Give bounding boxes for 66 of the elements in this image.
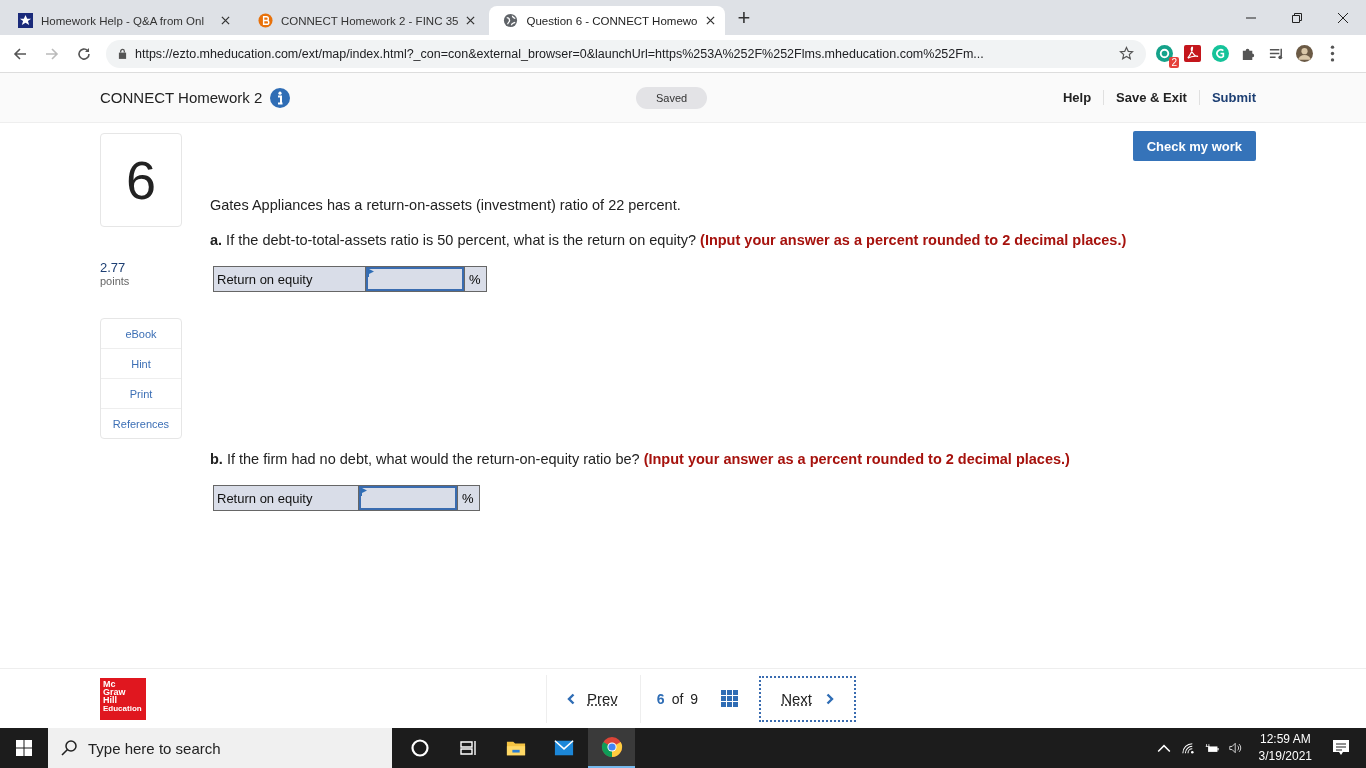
cortana-icon[interactable] [410,738,430,758]
answer-field[interactable] [359,486,457,510]
chevron-left-icon [567,692,575,705]
wifi-icon[interactable] [1180,742,1195,754]
avatar-icon[interactable] [1296,45,1313,62]
star-icon [18,13,33,28]
mail-icon[interactable] [554,738,574,758]
new-tab-button[interactable]: + [737,4,751,32]
clock-time: 12:59 AM [1259,731,1311,748]
notification-icon[interactable] [1332,739,1350,757]
task-view-icon[interactable] [458,738,478,758]
check-my-work-button[interactable]: Check my work [1132,131,1256,161]
close-icon[interactable] [221,16,230,25]
volume-icon[interactable] [1228,742,1243,754]
windows-start-icon[interactable] [16,740,32,756]
star-icon[interactable] [1119,46,1134,61]
assignment-title: CONNECT Homework 2 [100,89,263,106]
total-pages: 9 [690,690,699,707]
close-icon[interactable] [706,16,716,25]
points-value: 2.77 [100,260,127,275]
reload-icon[interactable] [76,45,92,62]
points-label: points [100,275,131,287]
previous-button[interactable]: Prev [546,674,641,723]
tool-link[interactable]: Hint [101,349,181,379]
pdf-icon[interactable] [1184,45,1201,62]
flag-icon [361,488,367,496]
question-part-text: b. If the firm had no debt, what would the return-on-equity ratio be? (Input your answer as a percent rounded to 2 decimal places.) [210,450,1071,468]
grid-icon[interactable] [721,689,740,708]
back-arrow-icon[interactable] [12,45,28,62]
saved-status: Saved [636,86,708,109]
tool-link[interactable]: Print [101,379,181,409]
question-number: 6 [100,133,182,227]
tool-link[interactable]: eBook [101,319,181,349]
browser-tab[interactable]: CONNECT Homework 2 - FINC 35 [244,6,486,35]
b-logo-icon [258,13,273,28]
chevron-up-icon[interactable] [1156,742,1171,754]
search-icon [61,740,77,756]
info-icon[interactable] [270,87,291,108]
unit-label: % [457,486,479,510]
address-field[interactable]: https://ezto.mheducation.com/ext/map/index.html?_con=con&external_browser=0&launchUrl=https%253A%252F%252Flms.mheducation.com%252Fm... [106,39,1146,68]
flag-icon [368,269,374,277]
next-button[interactable]: Next [759,675,856,722]
globe-icon [503,13,519,28]
current-page: 6 [656,690,665,707]
battery-icon[interactable] [1204,742,1219,754]
taskbar-search-field[interactable]: Type here to search [48,728,392,768]
chevron-right-icon [825,692,834,705]
clock-date: 3/19/2021 [1258,748,1312,765]
browser-tab[interactable]: Homework Help - Q&A from Onl [4,6,240,35]
unit-label: % [464,267,486,291]
close-icon[interactable] [466,16,476,25]
header-link[interactable]: Help [1050,90,1105,105]
question-part-text: a. If the debt-to-total-assets ratio is 50 percent, what is the return on equity? (Input your answer as a percent rounded to 2 decimal places.) [210,231,1128,249]
publisher-logo: Mc Graw Hill Education [100,677,146,720]
page-of-label: of [671,690,684,707]
header-link[interactable]: Submit [1199,90,1256,105]
chrome-icon [600,736,623,758]
taskbar-app-button[interactable] [588,728,635,768]
browser-tab[interactable]: Question 6 - CONNECT Homewo [489,6,726,35]
extension-icon[interactable] [1156,45,1173,62]
lock-icon [118,48,127,59]
question-text: Gates Appliances has a return-on-assets (investment) ratio of 22 percent. [210,196,682,214]
notification-badge: 2 [1169,57,1179,68]
answer-field[interactable] [366,267,464,291]
header-link[interactable]: Save & Exit [1104,90,1200,105]
tool-link[interactable]: References [101,409,181,438]
